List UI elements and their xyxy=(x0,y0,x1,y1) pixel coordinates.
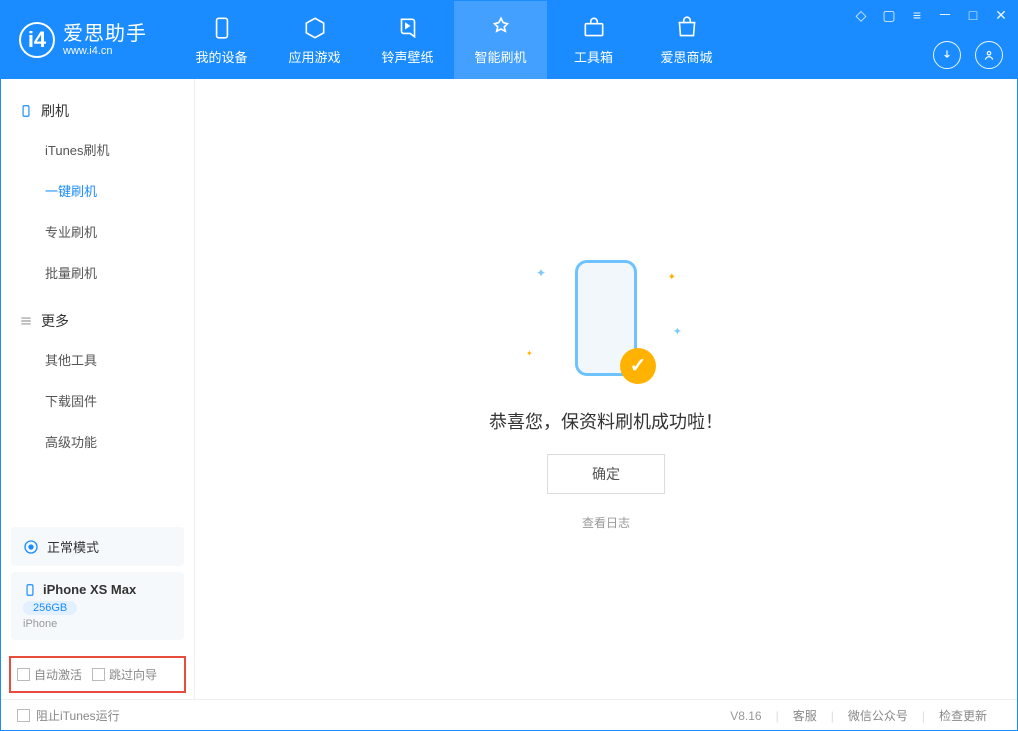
options-highlight-box: 自动激活 跳过向导 xyxy=(9,656,186,693)
sidebar-item-itunes-flash[interactable]: iTunes刷机 xyxy=(1,129,194,170)
window-controls: ◇ ▢ ≡ － □ ✕ xyxy=(853,7,1009,23)
checkbox-label: 阻止iTunes运行 xyxy=(36,707,120,724)
sidebar-item-advanced[interactable]: 高级功能 xyxy=(1,421,194,462)
checkbox-block-itunes[interactable]: 阻止iTunes运行 xyxy=(17,707,120,724)
tab-my-device[interactable]: 我的设备 xyxy=(175,1,268,79)
header-action-icons xyxy=(933,41,1003,69)
tab-label: 爱思商城 xyxy=(660,47,712,66)
tab-label: 应用游戏 xyxy=(288,47,340,66)
footer-link-wechat[interactable]: 微信公众号 xyxy=(834,707,922,724)
device-storage-badge: 256GB xyxy=(23,601,77,615)
sidebar-item-batch-flash[interactable]: 批量刷机 xyxy=(1,252,194,293)
minimize-icon[interactable]: － xyxy=(937,7,953,23)
version-text: V8.16 xyxy=(716,709,775,723)
checkmark-icon: ✓ xyxy=(620,348,656,384)
app-title: 爱思助手 xyxy=(63,23,147,45)
sparkle-icon: ✦ xyxy=(536,266,546,280)
maximize-icon[interactable]: □ xyxy=(965,7,981,23)
sidebar-item-other-tools[interactable]: 其他工具 xyxy=(1,339,194,380)
close-icon[interactable]: ✕ xyxy=(993,7,1009,23)
footer-link-update[interactable]: 检查更新 xyxy=(925,707,1001,724)
tab-store[interactable]: 爱思商城 xyxy=(640,1,733,79)
logo-block: i4 爱思助手 www.i4.cn xyxy=(1,22,165,58)
success-message: 恭喜您，保资料刷机成功啦！ xyxy=(489,408,723,434)
view-log-link[interactable]: 查看日志 xyxy=(582,514,630,531)
tab-smart-flash[interactable]: 智能刷机 xyxy=(454,1,547,79)
sidebar-item-oneclick-flash[interactable]: 一键刷机 xyxy=(1,170,194,211)
section-title-text: 刷机 xyxy=(41,101,69,121)
sidebar-section-more: 更多 xyxy=(1,303,194,339)
app-header: i4 爱思助手 www.i4.cn 我的设备 应用游戏 铃声壁纸 智能刷机 工具… xyxy=(1,1,1017,79)
footer-bar: 阻止iTunes运行 V8.16 | 客服 | 微信公众号 | 检查更新 xyxy=(1,699,1017,731)
sparkle-icon: ✦ xyxy=(673,325,682,338)
logo-icon: i4 xyxy=(19,22,55,58)
checkbox-label: 跳过向导 xyxy=(109,666,157,683)
download-icon[interactable] xyxy=(933,41,961,69)
skin-icon[interactable]: ◇ xyxy=(853,7,869,23)
checkbox-skip-guide[interactable]: 跳过向导 xyxy=(92,666,157,683)
checkbox-icon xyxy=(92,668,105,681)
menu-icon[interactable]: ≡ xyxy=(909,7,925,23)
checkbox-icon xyxy=(17,709,30,722)
sidebar-section-flash: 刷机 xyxy=(1,93,194,129)
sidebar: 刷机 iTunes刷机 一键刷机 专业刷机 批量刷机 更多 其他工具 下载固件 … xyxy=(1,79,195,699)
mode-label: 正常模式 xyxy=(47,537,99,556)
section-title-text: 更多 xyxy=(41,311,69,331)
tab-ringtone-wallpaper[interactable]: 铃声壁纸 xyxy=(361,1,454,79)
device-mode-box[interactable]: 正常模式 xyxy=(11,527,184,566)
footer-link-support[interactable]: 客服 xyxy=(779,707,831,724)
tab-label: 铃声壁纸 xyxy=(381,47,433,66)
user-icon[interactable] xyxy=(975,41,1003,69)
device-detail-box[interactable]: iPhone XS Max 256GB iPhone xyxy=(11,572,184,640)
sparkle-icon: ✦ xyxy=(668,272,676,283)
sparkle-icon: ✦ xyxy=(526,349,533,358)
feedback-icon[interactable]: ▢ xyxy=(881,7,897,23)
success-illustration: ✦ ✦ ✦ ✦ ✓ xyxy=(506,248,706,388)
confirm-button[interactable]: 确定 xyxy=(547,454,665,494)
tab-label: 工具箱 xyxy=(574,47,613,66)
checkbox-icon xyxy=(17,668,30,681)
device-type-text: iPhone xyxy=(23,618,172,630)
main-content: ✦ ✦ ✦ ✦ ✓ 恭喜您，保资料刷机成功啦！ 确定 查看日志 xyxy=(195,79,1017,699)
device-name-text: iPhone XS Max xyxy=(43,582,136,597)
tab-toolbox[interactable]: 工具箱 xyxy=(547,1,640,79)
app-subtitle: www.i4.cn xyxy=(63,45,147,57)
checkbox-auto-activate[interactable]: 自动激活 xyxy=(17,666,82,683)
tab-label: 我的设备 xyxy=(195,47,247,66)
sidebar-item-pro-flash[interactable]: 专业刷机 xyxy=(1,211,194,252)
nav-tabs: 我的设备 应用游戏 铃声壁纸 智能刷机 工具箱 爱思商城 xyxy=(175,1,733,79)
sidebar-item-download-firmware[interactable]: 下载固件 xyxy=(1,380,194,421)
tab-apps-games[interactable]: 应用游戏 xyxy=(268,1,361,79)
tab-label: 智能刷机 xyxy=(474,47,526,66)
checkbox-label: 自动激活 xyxy=(34,666,82,683)
